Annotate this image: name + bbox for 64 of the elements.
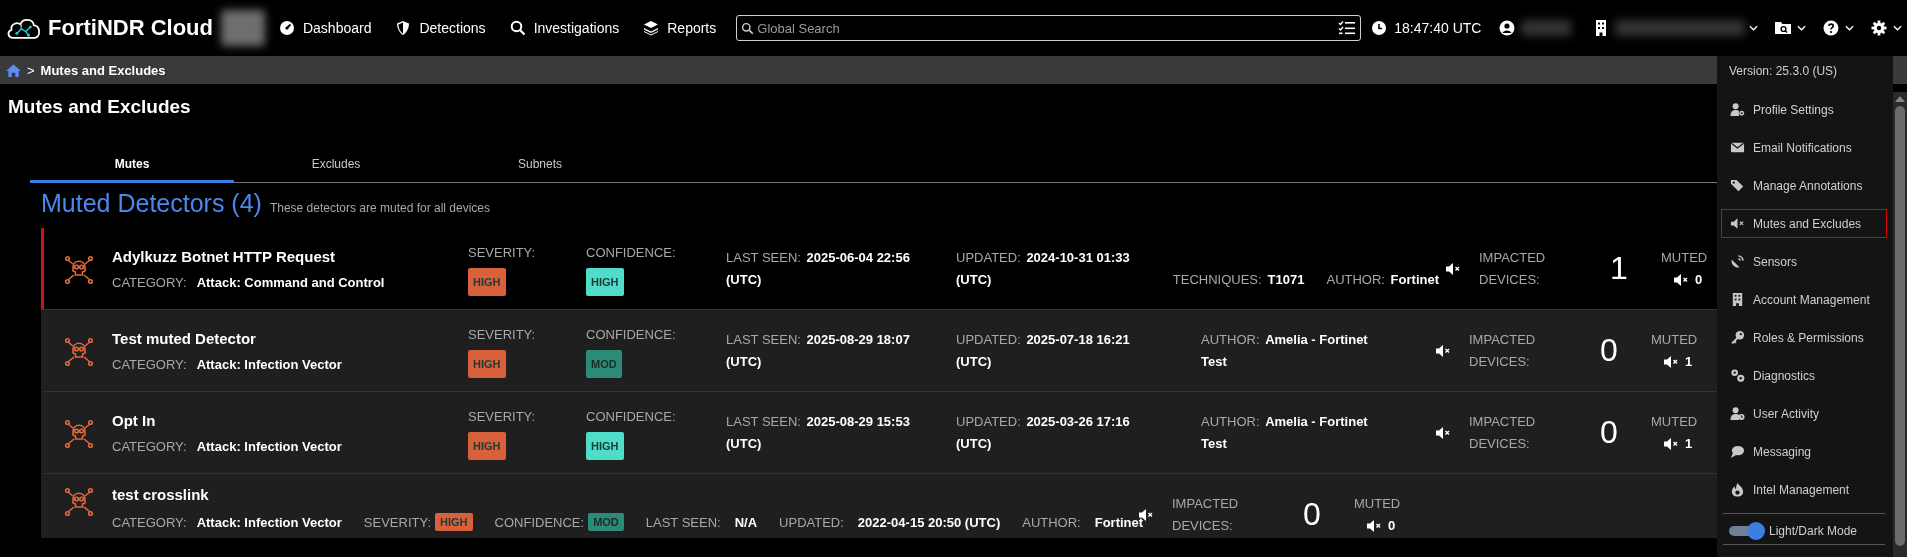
severity-badge: HIGH	[468, 267, 506, 296]
field-label: TECHNIQUES:	[1172, 272, 1262, 287]
severity-badge: HIGH	[435, 513, 473, 531]
updated-text: UPDATED: 2025-03-26 17:16 (UTC)	[956, 412, 1131, 453]
impacted-count: 0	[1599, 332, 1619, 369]
impacted-devices-label: IMPACTED DEVICES:	[1469, 330, 1537, 371]
impacted-devices-label: IMPACTED DEVICES:	[1479, 248, 1547, 289]
field-label: CATEGORY:	[112, 514, 187, 530]
author-text: AUTHOR: Fortinet	[1326, 271, 1439, 289]
updated-text: UPDATED: 2025-07-18 16:21 (UTC)	[956, 330, 1131, 371]
field-label: SEVERITY:	[468, 243, 537, 262]
breadcrumb-separator: >	[27, 62, 35, 78]
impacted-count: 0	[1302, 496, 1322, 533]
field-value: 2022-04-15 20:50 (UTC)	[857, 514, 1001, 530]
last-seen-text: LAST SEEN: 2025-06-04 22:56 (UTC)	[726, 248, 911, 289]
impacted-devices-label: IMPACTED DEVICES:	[1172, 494, 1240, 535]
section-subtitle: These detectors are muted for all devices	[269, 201, 491, 215]
impacted-devices-label: IMPACTED DEVICES:	[1469, 412, 1537, 453]
field-label: CONFIDENCE:	[586, 243, 677, 262]
author-text: AUTHOR: Amelia - Fortinet Test	[1201, 330, 1369, 371]
section-title: Muted Detectors (4)	[41, 189, 262, 218]
field-label: LAST SEEN:	[645, 514, 721, 530]
muted-label: MUTED	[1354, 494, 1401, 513]
muted-label: MUTED	[1651, 330, 1698, 349]
author-text: AUTHOR: Amelia - Fortinet Test	[1201, 412, 1369, 453]
field-label: CONFIDENCE:	[586, 325, 677, 344]
muted-count: 0	[1388, 516, 1396, 535]
field-label: UPDATED:	[779, 514, 844, 530]
toggle-label: Light/Dark Mode	[1769, 524, 1858, 538]
field-label: SEVERITY:	[468, 407, 537, 426]
severity-badge: HIGH	[468, 431, 506, 460]
updated-text: UPDATED: 2024-10-31 01:33 (UTC)	[956, 248, 1131, 289]
muted-count: 1	[1685, 434, 1693, 453]
impacted-count: 1	[1609, 250, 1629, 287]
confidence-badge: MOD	[588, 513, 624, 531]
field-label: CONFIDENCE:	[586, 407, 677, 426]
version-text: Version: 25.3.0 (US)	[1728, 64, 1839, 80]
muted-count: 1	[1685, 352, 1693, 371]
confidence-badge: HIGH	[586, 431, 624, 460]
impacted-count: 0	[1599, 414, 1619, 451]
muted-label: MUTED	[1661, 248, 1708, 267]
field-value: Attack: Infection Vector	[196, 356, 342, 372]
field-label: CATEGORY:	[112, 438, 187, 454]
field-value: Attack: Command and Control	[196, 274, 385, 290]
field-value: Attack: Infection Vector	[196, 438, 342, 454]
confidence-badge: HIGH	[586, 267, 624, 296]
field-label: CATEGORY:	[112, 356, 187, 372]
muted-count: 0	[1695, 270, 1703, 289]
last-seen-text: LAST SEEN: 2025-08-29 15:53 (UTC)	[726, 412, 911, 453]
last-seen-text: LAST SEEN: 2025-08-29 18:07 (UTC)	[726, 330, 911, 371]
field-label: AUTHOR:	[1022, 514, 1081, 530]
clock-time: 18:47:40 UTC	[1394, 20, 1482, 36]
field-label: SEVERITY:	[363, 514, 432, 530]
muted-label: MUTED	[1651, 412, 1698, 431]
field-label: CONFIDENCE:	[494, 514, 585, 530]
severity-badge: HIGH	[468, 349, 506, 378]
field-label: CATEGORY:	[112, 274, 187, 290]
field-label: SEVERITY:	[468, 325, 537, 344]
field-value: Fortinet	[1094, 514, 1144, 530]
field-value: T1071	[1267, 272, 1305, 287]
field-value: Attack: Infection Vector	[196, 514, 342, 530]
confidence-badge: MOD	[586, 349, 622, 378]
page-title: Mutes and Excludes	[8, 95, 191, 119]
field-value: N/A	[734, 514, 758, 530]
